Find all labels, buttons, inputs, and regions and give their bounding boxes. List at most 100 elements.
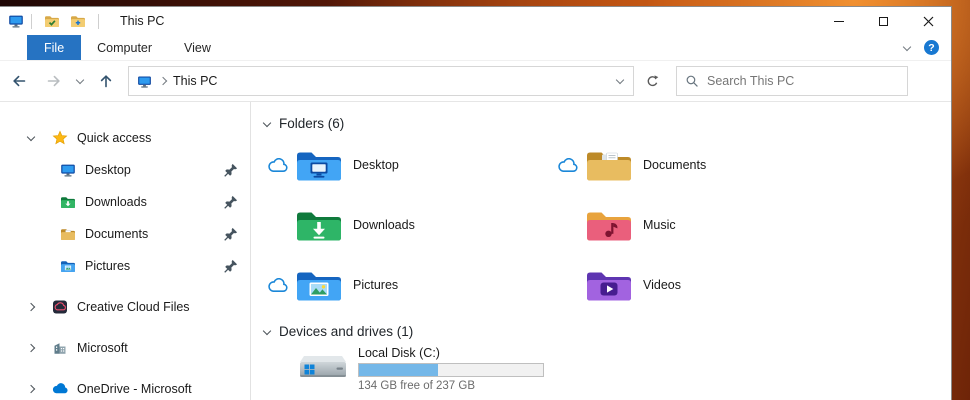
item-icon — [52, 381, 68, 397]
folder-icon — [295, 146, 343, 184]
disk-usage-bar — [358, 363, 544, 377]
drive-free-space: 134 GB free of 237 GB — [358, 380, 475, 392]
ribbon-tab-bar: File Computer View ? — [0, 35, 951, 61]
window-title: This PC — [120, 14, 165, 28]
folder-name: Desktop — [353, 158, 399, 172]
section-title: Folders (6) — [279, 116, 345, 131]
collapse-section-icon[interactable] — [262, 326, 272, 335]
title-bar: This PC — [0, 7, 951, 35]
folder-tile-documents[interactable]: Documents — [551, 135, 841, 195]
folder-tile-pictures[interactable]: Pictures — [261, 255, 551, 315]
sidebar-item-label: Pictures — [85, 259, 131, 273]
address-dropdown-button[interactable] — [607, 67, 633, 95]
search-input[interactable] — [707, 74, 899, 88]
maximize-button[interactable] — [861, 7, 906, 35]
breadcrumb-chevron-icon[interactable] — [158, 76, 168, 86]
sidebar-item-onedrive-microsoft[interactable]: OneDrive - Microsoft — [0, 373, 250, 400]
ribbon-tab-view[interactable]: View — [168, 35, 227, 60]
breadcrumb[interactable]: This PC — [173, 74, 217, 88]
sidebar-item-label: Documents — [85, 227, 149, 241]
folder-tile-music[interactable]: Music — [551, 195, 841, 255]
folder-name: Videos — [643, 278, 681, 292]
folder-tile-desktop[interactable]: Desktop — [261, 135, 551, 195]
sidebar-item-downloads[interactable]: Downloads — [0, 186, 250, 218]
this-pc-icon — [8, 13, 24, 29]
folder-icon — [585, 206, 633, 244]
sidebar-item-label: Quick access — [77, 131, 152, 145]
item-icon — [60, 258, 76, 274]
sidebar-item-label: Downloads — [85, 195, 147, 209]
item-icon — [60, 162, 76, 178]
refresh-button[interactable] — [634, 66, 670, 96]
disk-usage-fill — [359, 364, 439, 376]
up-button[interactable] — [90, 61, 122, 101]
navigation-pane: Quick access Desktop Downloads Documents… — [0, 102, 251, 400]
sidebar-item-pictures[interactable]: Pictures — [0, 250, 250, 282]
folder-tile-videos[interactable]: Videos — [551, 255, 841, 315]
forward-button[interactable] — [38, 61, 70, 101]
close-icon — [923, 16, 934, 26]
main-area: Quick access Desktop Downloads Documents… — [0, 102, 951, 400]
address-bar[interactable]: This PC — [128, 66, 634, 96]
minimize-icon — [833, 20, 844, 22]
collapse-section-icon[interactable] — [262, 118, 272, 127]
drive-info: Local Disk (C:) 134 GB free of 237 GB — [358, 345, 544, 392]
expand-chevron-icon[interactable] — [26, 132, 52, 142]
drive-icon — [295, 345, 351, 385]
explorer-window: This PC File Computer View ? This PC Sea… — [0, 6, 952, 400]
sidebar-item-label: Microsoft — [77, 341, 128, 355]
expand-chevron-icon[interactable] — [26, 343, 52, 353]
help-button[interactable]: ? — [924, 40, 939, 55]
back-button[interactable] — [0, 61, 38, 101]
quick-access-new-folder-icon[interactable] — [70, 13, 86, 29]
ribbon-tab-computer[interactable]: Computer — [81, 35, 168, 60]
this-pc-icon — [137, 74, 152, 89]
toolbar-divider — [98, 13, 99, 29]
expand-ribbon-icon[interactable] — [902, 42, 912, 51]
drives-section-header[interactable]: Devices and drives (1) — [262, 324, 951, 339]
pin-icon[interactable] — [224, 259, 238, 273]
window-controls — [816, 7, 951, 35]
onedrive-status-cloud-icon — [551, 158, 585, 173]
maximize-icon — [879, 16, 888, 26]
folder-name: Music — [643, 218, 676, 232]
folder-name: Pictures — [353, 278, 399, 292]
drive-tile-local-disk-c[interactable]: Local Disk (C:) 134 GB free of 237 GB — [261, 345, 591, 392]
content-pane: Folders (6) Desktop Downloads Pictures D… — [251, 102, 951, 400]
sidebar-item-quick-access[interactable]: Quick access — [0, 122, 250, 154]
folder-icon — [585, 146, 633, 184]
sidebar-item-microsoft[interactable]: Microsoft — [0, 332, 250, 364]
pin-icon[interactable] — [224, 227, 238, 241]
onedrive-status-cloud-icon — [261, 158, 295, 173]
search-box[interactable] — [676, 66, 908, 96]
ribbon-tab-file[interactable]: File — [27, 35, 82, 60]
onedrive-status-cloud-icon — [261, 278, 295, 293]
minimize-button[interactable] — [816, 7, 861, 35]
sidebar-item-documents[interactable]: Documents — [0, 218, 250, 250]
expand-chevron-icon[interactable] — [26, 384, 52, 394]
onedrive-status-cloud-icon — [551, 218, 585, 233]
pin-icon[interactable] — [224, 195, 238, 209]
quick-access-properties-icon[interactable] — [44, 13, 60, 29]
sidebar-item-label: Creative Cloud Files — [77, 300, 190, 314]
folder-icon — [295, 206, 343, 244]
item-icon — [60, 226, 76, 242]
folders-section-header[interactable]: Folders (6) — [262, 116, 951, 131]
folder-name: Documents — [643, 158, 707, 172]
item-icon — [60, 194, 76, 210]
recent-locations-dropdown[interactable] — [70, 61, 90, 101]
folder-icon — [585, 266, 633, 304]
pin-icon[interactable] — [224, 163, 238, 177]
sidebar-item-label: Desktop — [85, 163, 131, 177]
item-icon — [52, 340, 68, 356]
folder-tile-downloads[interactable]: Downloads — [261, 195, 551, 255]
search-icon — [685, 74, 699, 88]
expand-chevron-icon[interactable] — [26, 302, 52, 312]
drive-name: Local Disk (C:) — [358, 346, 440, 360]
sidebar-item-desktop[interactable]: Desktop — [0, 154, 250, 186]
close-button[interactable] — [906, 7, 951, 35]
folder-icon — [295, 266, 343, 304]
item-icon — [52, 130, 68, 146]
sidebar-item-creative-cloud-files[interactable]: Creative Cloud Files — [0, 291, 250, 323]
toolbar-divider — [31, 13, 32, 29]
